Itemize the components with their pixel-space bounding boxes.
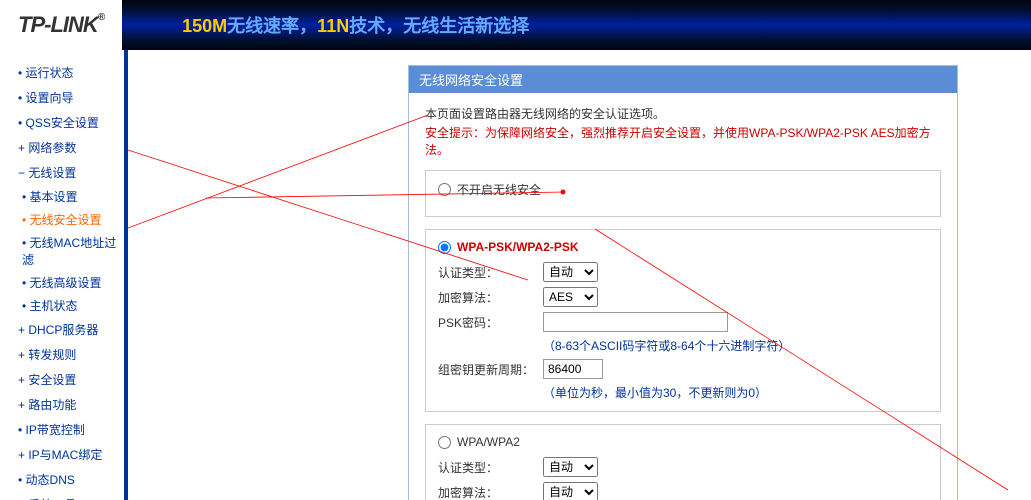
warning-text: 安全提示：为保障网络安全，强烈推荐开启安全设置，并使用WPA-PSK/WPA2-…	[425, 124, 941, 158]
sidebar: 运行状态 设置向导 QSS安全设置 网络参数 无线设置 基本设置 无线安全设置 …	[0, 50, 128, 500]
wpa-enc-select[interactable]: 自动	[543, 482, 598, 500]
header-tagline: 150M无线速率，11N技术，无线生活新选择	[182, 12, 529, 38]
main: 运行状态 设置向导 QSS安全设置 网络参数 无线设置 基本设置 无线安全设置 …	[0, 50, 1031, 500]
nav-ipmac[interactable]: IP与MAC绑定	[0, 442, 124, 467]
nav-ddns[interactable]: 动态DNS	[0, 467, 124, 492]
period-input[interactable]	[543, 359, 603, 379]
settings-panel: 无线网络安全设置 本页面设置路由器无线网络的安全认证选项。 安全提示：为保障网络…	[408, 65, 958, 500]
nav-wireless-advanced[interactable]: 无线高级设置	[22, 271, 124, 294]
wpa-auth-select[interactable]: 自动	[543, 457, 598, 477]
enc-label: 加密算法：	[438, 289, 543, 306]
auth-label: 认证类型：	[438, 264, 543, 281]
nav-wireless-host[interactable]: 主机状态	[22, 294, 124, 317]
nav-network[interactable]: 网络参数	[0, 135, 124, 160]
auth-select[interactable]: 自动	[543, 262, 598, 282]
intro-text: 本页面设置路由器无线网络的安全认证选项。	[425, 105, 941, 122]
nav-dhcp[interactable]: DHCP服务器	[0, 317, 124, 342]
logo: TP-LINK®	[0, 0, 122, 50]
wpa-enc-label: 加密算法：	[438, 484, 543, 500]
radio-none-label: 不开启无线安全	[457, 181, 541, 198]
psk-hint: （8-63个ASCII码字符或8-64个十六进制字符）	[543, 337, 928, 354]
period-label: 组密钥更新周期：	[438, 361, 543, 378]
nav-bandwidth[interactable]: IP带宽控制	[0, 417, 124, 442]
nav-wireless[interactable]: 无线设置	[0, 160, 124, 185]
nav-wireless-basic[interactable]: 基本设置	[22, 185, 124, 208]
section-none: 不开启无线安全	[425, 170, 941, 217]
psk-input[interactable]	[543, 312, 728, 332]
nav-systools[interactable]: 系统工具	[0, 492, 124, 500]
nav-routing[interactable]: 路由功能	[0, 392, 124, 417]
period-hint: （单位为秒，最小值为30，不更新则为0）	[543, 384, 928, 401]
nav-wireless-mac[interactable]: 无线MAC地址过滤	[22, 231, 124, 271]
radio-wpapsk[interactable]	[438, 241, 451, 254]
psk-label: PSK密码：	[438, 314, 543, 331]
section-wpapsk: WPA-PSK/WPA2-PSK 认证类型： 自动 加密算法： AES PSK密…	[425, 229, 941, 412]
wpa-auth-label: 认证类型：	[438, 459, 543, 476]
nav-wireless-security[interactable]: 无线安全设置	[22, 208, 124, 231]
nav-wizard[interactable]: 设置向导	[0, 85, 124, 110]
radio-wpapsk-label: WPA-PSK/WPA2-PSK	[457, 240, 579, 254]
enc-select[interactable]: AES	[543, 287, 598, 307]
panel-title: 无线网络安全设置	[409, 66, 957, 93]
nav-forward[interactable]: 转发规则	[0, 342, 124, 367]
nav-wireless-submenu: 基本设置 无线安全设置 无线MAC地址过滤 无线高级设置 主机状态	[0, 185, 124, 317]
panel-body: 本页面设置路由器无线网络的安全认证选项。 安全提示：为保障网络安全，强烈推荐开启…	[409, 93, 957, 500]
radio-none[interactable]	[438, 183, 451, 196]
header: TP-LINK® 150M无线速率，11N技术，无线生活新选择	[0, 0, 1031, 50]
logo-text: TP-LINK®	[18, 12, 104, 38]
nav-qss[interactable]: QSS安全设置	[0, 110, 124, 135]
radio-wpa[interactable]	[438, 436, 451, 449]
section-wpa: WPA/WPA2 认证类型： 自动 加密算法： 自动 Radius服务器IP：	[425, 424, 941, 500]
radio-wpa-label: WPA/WPA2	[457, 435, 520, 449]
content-area: 无线网络安全设置 本页面设置路由器无线网络的安全认证选项。 安全提示：为保障网络…	[128, 50, 1031, 500]
nav-security[interactable]: 安全设置	[0, 367, 124, 392]
nav-status[interactable]: 运行状态	[0, 60, 124, 85]
